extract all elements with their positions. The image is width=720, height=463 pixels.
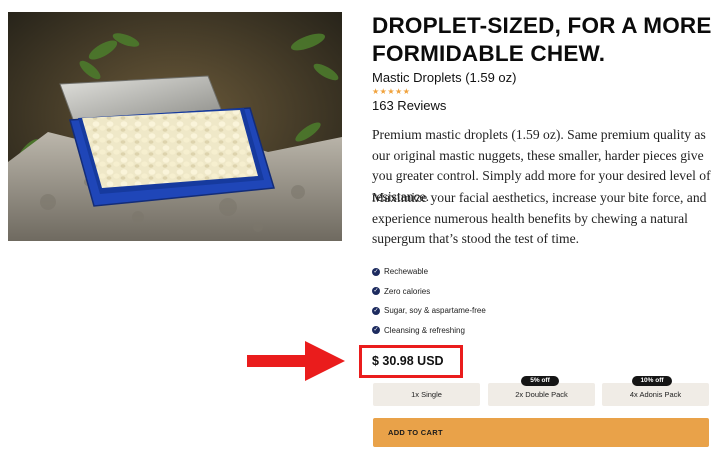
feature-label: Cleansing & refreshing xyxy=(384,325,465,335)
check-circle-icon: ✓ xyxy=(372,267,380,276)
option-single[interactable]: 1x Single xyxy=(373,383,480,406)
feature-item: ✓ Sugar, soy & aspartame-free xyxy=(372,301,486,321)
product-photo xyxy=(8,12,342,241)
product-photo-illustration xyxy=(8,12,342,241)
product-benefits: Maximize your facial aesthetics, increas… xyxy=(372,190,707,246)
option-double-pack[interactable]: 2x Double Pack xyxy=(488,383,595,406)
check-circle-icon: ✓ xyxy=(372,287,380,296)
reviews-link[interactable]: 163 Reviews xyxy=(372,98,446,113)
discount-badge: 10% off xyxy=(632,376,672,386)
feature-label: Zero calories xyxy=(384,286,431,296)
right-arrow-icon xyxy=(247,341,345,381)
discount-badge: 5% off xyxy=(521,376,559,386)
feature-label: Rechewable xyxy=(384,267,429,277)
feature-list: ✓ Rechewable ✓ Zero calories ✓ Sugar, so… xyxy=(372,262,486,340)
product-name: Mastic Droplets (1.59 oz) xyxy=(372,70,517,85)
feature-item: ✓ Rechewable xyxy=(372,262,486,282)
feature-item: ✓ Cleansing & refreshing xyxy=(372,321,486,341)
star-rating: ★★★★★ xyxy=(372,87,411,96)
check-circle-icon: ✓ xyxy=(372,306,380,315)
check-circle-icon: ✓ xyxy=(372,326,380,335)
feature-item: ✓ Zero calories xyxy=(372,282,486,302)
add-to-cart-button[interactable]: ADD TO CART xyxy=(373,418,709,447)
feature-label: Sugar, soy & aspartame-free xyxy=(384,306,486,316)
option-adonis-pack[interactable]: 4x Adonis Pack xyxy=(602,383,709,406)
page-title: DROPLET-SIZED, FOR A MORE FORMIDABLE CHE… xyxy=(372,13,712,66)
product-price: $ 30.98 USD xyxy=(372,354,444,368)
